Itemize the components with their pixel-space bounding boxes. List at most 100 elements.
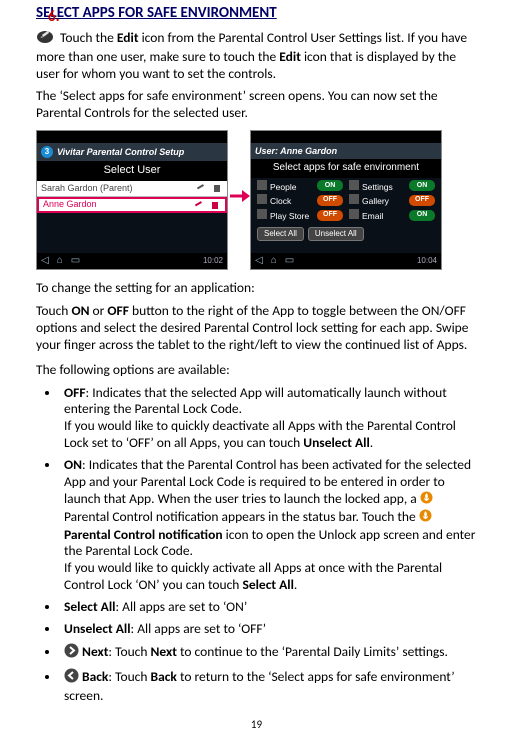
app-row: Email ON	[349, 209, 435, 222]
title-text: Vivitar Parental Control Setup	[57, 147, 184, 158]
app-icon	[257, 194, 267, 204]
toggle-off[interactable]: OFF	[317, 195, 343, 206]
toggle-on[interactable]: ON	[409, 180, 435, 191]
change-heading: To change the setting for an application…	[36, 280, 477, 297]
notification-label: Parental Control notification	[64, 526, 223, 543]
app-icon	[349, 180, 359, 190]
select-all-label: Select All	[64, 598, 115, 615]
recents-icon[interactable]: ▭	[71, 255, 80, 268]
pencil-icon[interactable]	[193, 200, 205, 210]
user-row-parent[interactable]: Sarah Gardon (Parent)	[37, 181, 227, 197]
list-item: OFF: Indicates that the selected App wil…	[60, 385, 477, 453]
text: If you would like to quickly deactivate …	[64, 417, 456, 451]
text: or	[89, 302, 107, 319]
status-bar	[251, 131, 441, 143]
recents-icon[interactable]: ▭	[285, 255, 294, 268]
intro-para-1: Touch the Edit icon from the Parental Co…	[36, 29, 477, 83]
unselect-all-button[interactable]: Unselect All	[308, 227, 364, 241]
step-badge: 3	[41, 146, 53, 158]
user-name: Sarah Gardon (Parent)	[41, 183, 133, 194]
edit-label: Edit	[279, 48, 301, 65]
app-label: Clock	[270, 196, 291, 206]
home-icon[interactable]: ⌂	[271, 255, 277, 268]
arrow-icon	[230, 186, 250, 206]
app-icon	[257, 209, 267, 219]
list-item: Unselect All: All apps are set to ‘OFF’	[60, 621, 477, 638]
select-all-label: Select All	[242, 576, 293, 593]
flame-icon	[420, 491, 433, 509]
unselect-all-label: Unselect All	[303, 434, 370, 451]
back-icon	[64, 668, 79, 688]
list-item: Select All: All apps are set to ‘ON’	[60, 599, 477, 616]
trash-icon[interactable]	[209, 200, 221, 210]
subtitle: Select apps for safe environment	[251, 159, 441, 178]
list-item: Back: Touch Back to return to the ‘Selec…	[60, 668, 477, 705]
edit-label: Edit	[117, 29, 139, 46]
toggle-off[interactable]: OFF	[317, 210, 343, 221]
text: Touch	[36, 302, 71, 319]
text: to continue to the ‘Parental Daily Limit…	[177, 643, 448, 660]
nav-bar: ◁ ⌂ ▭ 10:04	[251, 253, 441, 269]
clock-time: 10:02	[203, 256, 223, 266]
next-icon	[64, 643, 79, 663]
screenshot-select-apps: User: Anne Gardon Select apps for safe e…	[250, 130, 442, 270]
user-bar: User: Anne Gardon	[251, 143, 441, 159]
apps-grid: PeopleON SettingsON ClockOFF GalleryOFF …	[251, 178, 441, 224]
clock-time: 10:04	[417, 256, 437, 266]
text: : Indicates that the Parental Control ha…	[64, 456, 471, 507]
app-label: Play Store	[270, 211, 309, 221]
options-heading: The following options are available:	[36, 362, 477, 379]
title-bar: 3 Vivitar Parental Control Setup	[37, 143, 227, 161]
text: .	[294, 576, 297, 593]
app-label: Settings	[362, 182, 393, 192]
section-title: SELECT APPS FOR SAFE ENVIRONMENT	[36, 4, 477, 23]
pencil-icon	[36, 29, 54, 49]
screenshots-row: 3 Vivitar Parental Control Setup Select …	[36, 130, 477, 270]
options-list: OFF: Indicates that the selected App wil…	[60, 385, 477, 705]
toggle-on[interactable]: ON	[409, 210, 435, 221]
change-para: Touch ON or OFF button to the right of t…	[36, 303, 477, 354]
section-number: 6.	[48, 8, 60, 27]
page-number: 19	[36, 718, 477, 732]
app-icon	[349, 194, 359, 204]
app-label: People	[270, 182, 296, 192]
flame-icon	[419, 509, 432, 527]
text: : All apps are set to ‘ON’	[115, 598, 247, 615]
back-label: Back	[79, 668, 108, 685]
list-item: ON: Indicates that the Parental Control …	[60, 457, 477, 594]
next-label: Next	[79, 643, 108, 660]
text: Parental Control notification appears in…	[64, 508, 419, 525]
app-icon	[349, 209, 359, 219]
text: : Touch	[108, 643, 150, 660]
on-label: ON	[64, 456, 82, 473]
back-label: Back	[151, 668, 177, 685]
on-label: ON	[71, 302, 89, 319]
app-row: People ON	[257, 180, 343, 193]
app-row: Settings ON	[349, 180, 435, 193]
pencil-icon[interactable]	[195, 183, 207, 193]
status-bar	[37, 131, 227, 143]
list-item: Next: Touch Next to continue to the ‘Par…	[60, 643, 477, 663]
back-icon[interactable]: ◁	[41, 255, 49, 268]
trash-icon[interactable]	[211, 183, 223, 193]
back-icon[interactable]: ◁	[255, 255, 263, 268]
app-row: GalleryOFF	[349, 194, 435, 207]
user-name: Anne Gardon	[43, 199, 97, 210]
text: : All apps are set to ‘OFF’	[131, 620, 266, 637]
intro-para-2: The ‘Select apps for safe environment’ s…	[36, 88, 477, 122]
toggle-off[interactable]: OFF	[409, 195, 435, 206]
next-label: Next	[151, 643, 177, 660]
user-row-selected[interactable]: Anne Gardon	[37, 197, 227, 213]
unselect-all-label: Unselect All	[64, 620, 131, 637]
home-icon[interactable]: ⌂	[57, 255, 63, 268]
toggle-on[interactable]: ON	[317, 180, 343, 191]
off-label: OFF	[107, 302, 129, 319]
off-label: OFF	[64, 384, 86, 401]
app-label: Email	[362, 211, 383, 221]
app-icon	[257, 180, 267, 190]
text: : Indicates that the selected App will a…	[64, 384, 447, 418]
select-all-button[interactable]: Select All	[257, 227, 304, 241]
nav-bar: ◁ ⌂ ▭ 10:02	[37, 253, 227, 269]
text: Touch the	[57, 29, 117, 46]
screenshot-select-user: 3 Vivitar Parental Control Setup Select …	[36, 130, 228, 270]
